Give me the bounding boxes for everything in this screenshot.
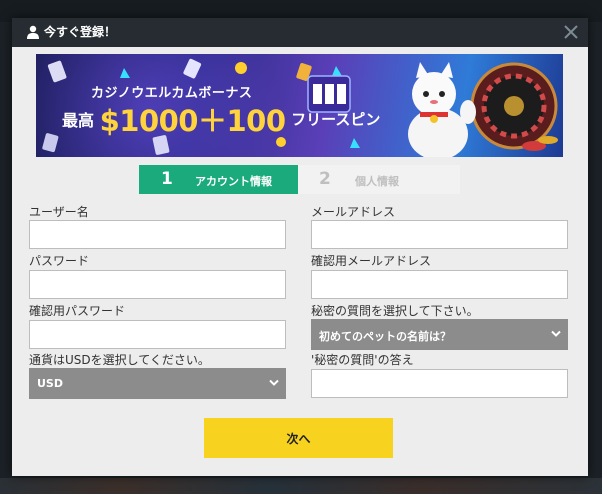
promo-banner: カジノウエルカムボーナス 最高 $1000＋100 フリースピン: [36, 54, 563, 157]
step-label: アカウント情報: [195, 175, 272, 188]
user-icon: [27, 25, 39, 39]
secret-question-select[interactable]: 初めてのペットの名前は？: [311, 319, 568, 350]
step-number: 1: [161, 169, 173, 189]
password-input[interactable]: [29, 270, 286, 299]
step-indicator: 1 アカウント情報 2 個人情報: [139, 165, 460, 194]
step-account-info[interactable]: 1 アカウント情報: [139, 165, 298, 194]
password-label: パスワード: [29, 254, 90, 268]
confirm-email-label: 確認用メールアドレス: [311, 254, 432, 268]
close-icon[interactable]: [562, 23, 580, 41]
modal-header: 今すぐ登録！: [12, 18, 588, 47]
secret-answer-label: '秘密の質問'の答え: [311, 353, 414, 367]
registration-modal: 今すぐ登録！ カジノウエルカムボーナス 最高 $1000＋100 フリースピン …: [12, 18, 588, 476]
secret-question-label: 秘密の質問を選択して下さい。: [311, 304, 479, 318]
username-label: ユーザー名: [29, 205, 89, 219]
confirm-password-label: 確認用パスワード: [29, 304, 126, 318]
next-button[interactable]: 次へ: [204, 418, 393, 458]
banner-offer-amount: $1000＋100: [99, 104, 286, 138]
step-number: 2: [319, 169, 331, 189]
secret-answer-input[interactable]: [311, 369, 568, 398]
confirm-password-input[interactable]: [29, 320, 286, 349]
email-input[interactable]: [311, 220, 568, 249]
banner-offer: 最高 $1000＋100 フリースピン: [62, 98, 380, 140]
step-label: 個人情報: [355, 175, 399, 188]
banner-offer-prefix: 最高: [62, 111, 95, 130]
confirm-email-input[interactable]: [311, 270, 568, 299]
currency-label: 通貨はUSDを選択してください。: [29, 353, 210, 367]
chevron-down-icon: [551, 330, 561, 337]
secret-question-select-value: 初めてのペットの名前は？: [319, 330, 451, 343]
banner-offer-suffix: フリースピン: [291, 110, 381, 129]
currency-select[interactable]: USD: [29, 368, 286, 399]
step-personal-info[interactable]: 2 個人情報: [298, 165, 460, 194]
username-input[interactable]: [29, 220, 286, 249]
email-label: メールアドレス: [311, 205, 396, 219]
currency-select-value: USD: [37, 377, 63, 390]
background-bottom: [0, 478, 602, 494]
modal-title: 今すぐ登録！: [44, 25, 117, 39]
chevron-down-icon: [269, 379, 279, 386]
